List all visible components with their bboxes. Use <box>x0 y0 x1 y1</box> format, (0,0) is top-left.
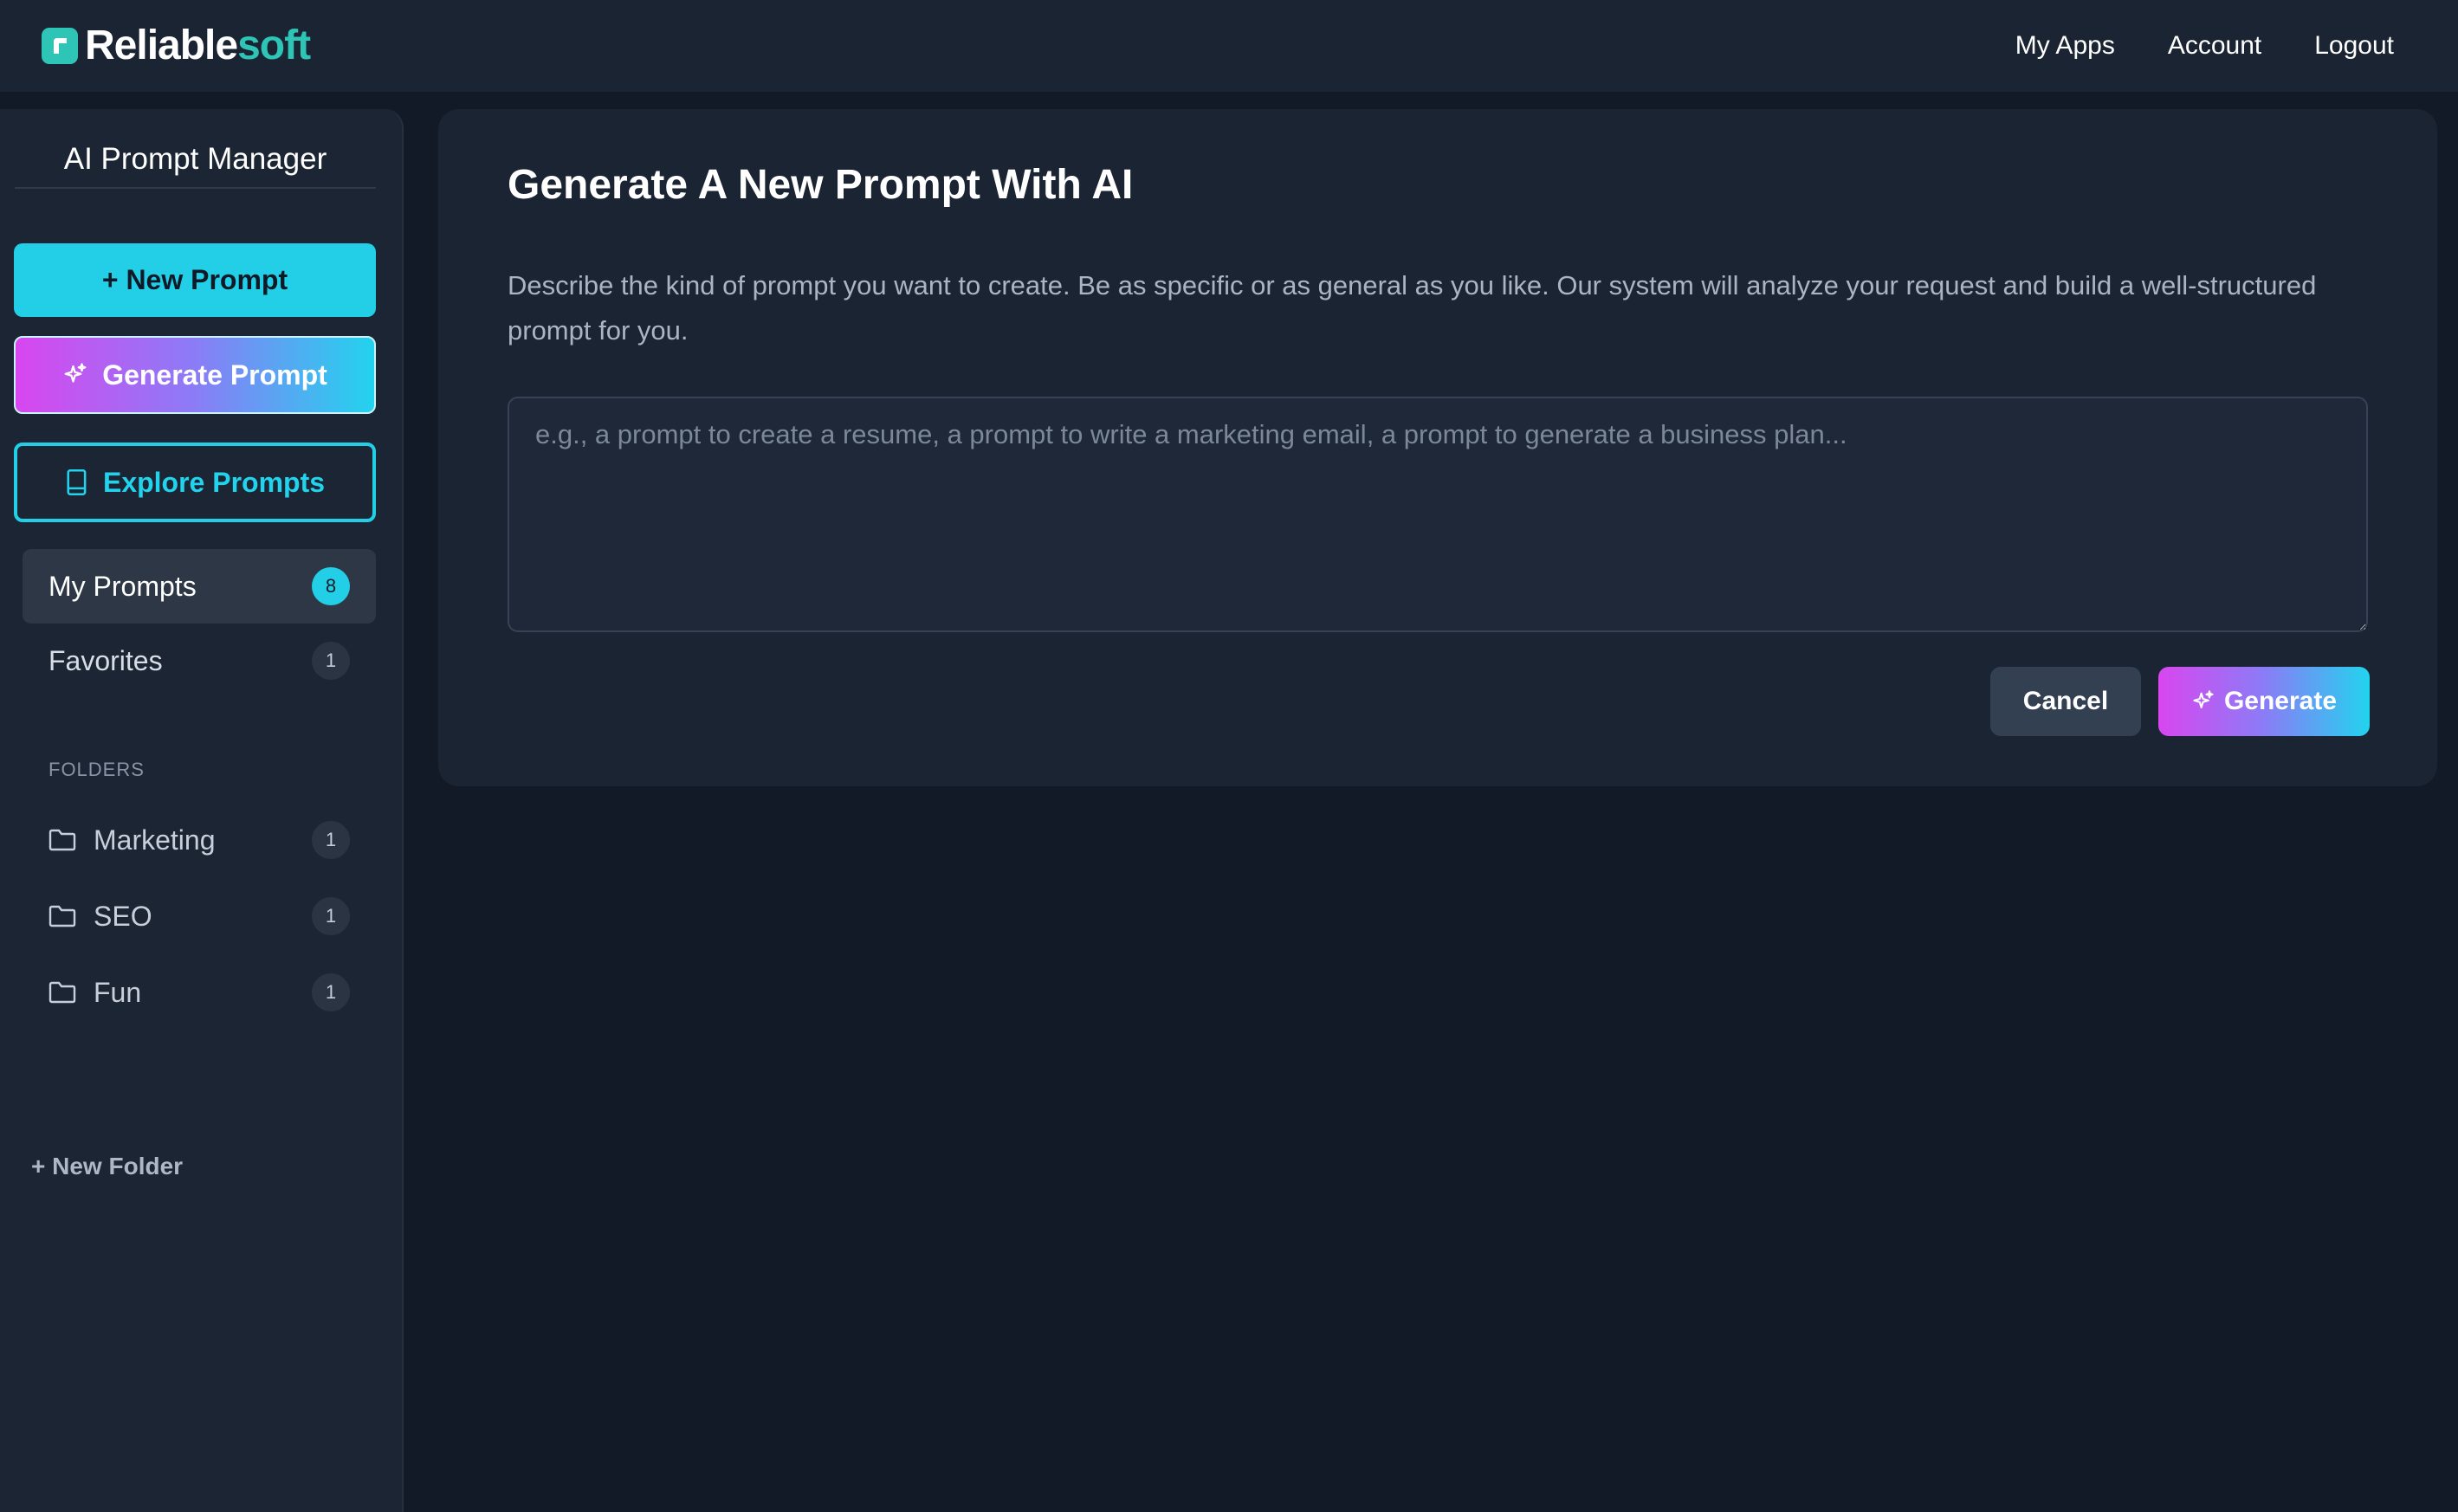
book-icon <box>65 468 89 496</box>
folder-label: Marketing <box>94 824 216 856</box>
brand-logo[interactable]: Reliablesoft <box>42 23 311 68</box>
folder-icon <box>49 904 76 928</box>
nav-my-apps[interactable]: My Apps <box>2015 31 2115 61</box>
new-prompt-label: + New Prompt <box>101 264 288 295</box>
count-badge: 1 <box>312 973 350 1011</box>
explore-prompts-button[interactable]: Explore Prompts <box>14 443 376 522</box>
cancel-button[interactable]: Cancel <box>1990 667 2141 736</box>
sidebar-title: AI Prompt Manager <box>15 142 376 189</box>
brand-name-part2: soft <box>237 23 311 68</box>
sidebar-item-label: My Prompts <box>49 570 197 602</box>
new-prompt-button[interactable]: + New Prompt <box>14 243 376 317</box>
cancel-label: Cancel <box>2022 687 2109 715</box>
top-nav-links: My Apps Account Logout <box>2015 31 2394 61</box>
new-folder-button[interactable]: + New Folder <box>31 1153 183 1180</box>
reliablesoft-logo-icon <box>42 28 78 64</box>
folder-item-marketing[interactable]: Marketing 1 <box>23 809 376 871</box>
folder-label: Fun <box>94 976 142 1008</box>
brand-name-part1: Reliable <box>85 23 238 68</box>
prompt-description-input[interactable] <box>508 397 2368 632</box>
sidebar: AI Prompt Manager + New Prompt Generate … <box>0 109 404 1512</box>
count-badge: 1 <box>312 642 350 680</box>
explore-prompts-label: Explore Prompts <box>102 466 326 498</box>
folder-icon <box>49 980 76 1005</box>
sidebar-item-favorites[interactable]: Favorites 1 <box>23 624 376 698</box>
generate-label: Generate <box>2223 687 2338 715</box>
count-badge: 1 <box>312 821 350 859</box>
sidebar-item-label: Favorites <box>49 644 163 676</box>
page-title: Generate A New Prompt With AI <box>508 162 1134 208</box>
folders-heading: FOLDERS <box>49 759 145 780</box>
nav-logout[interactable]: Logout <box>2314 31 2394 61</box>
page-description: Describe the kind of prompt you want to … <box>508 270 2317 346</box>
generate-prompt-label: Generate Prompt <box>102 359 327 391</box>
nav-account[interactable]: Account <box>2168 31 2261 61</box>
generate-prompt-button[interactable]: Generate Prompt <box>14 336 376 414</box>
folder-item-seo[interactable]: SEO 1 <box>23 885 376 947</box>
sparkles-icon <box>2191 689 2215 714</box>
folder-item-fun[interactable]: Fun 1 <box>23 961 376 1024</box>
brand-name: Reliablesoft <box>85 23 311 68</box>
folder-icon <box>49 828 76 852</box>
count-badge: 8 <box>312 567 350 605</box>
sidebar-item-my-prompts[interactable]: My Prompts 8 <box>23 549 376 624</box>
folder-label: SEO <box>94 900 152 932</box>
top-navbar: Reliablesoft My Apps Account Logout <box>0 0 2458 92</box>
sparkles-icon <box>62 362 88 388</box>
generate-button[interactable]: Generate <box>2158 667 2370 736</box>
count-badge: 1 <box>312 897 350 935</box>
generate-prompt-card: Generate A New Prompt With AI Describe t… <box>438 109 2437 786</box>
